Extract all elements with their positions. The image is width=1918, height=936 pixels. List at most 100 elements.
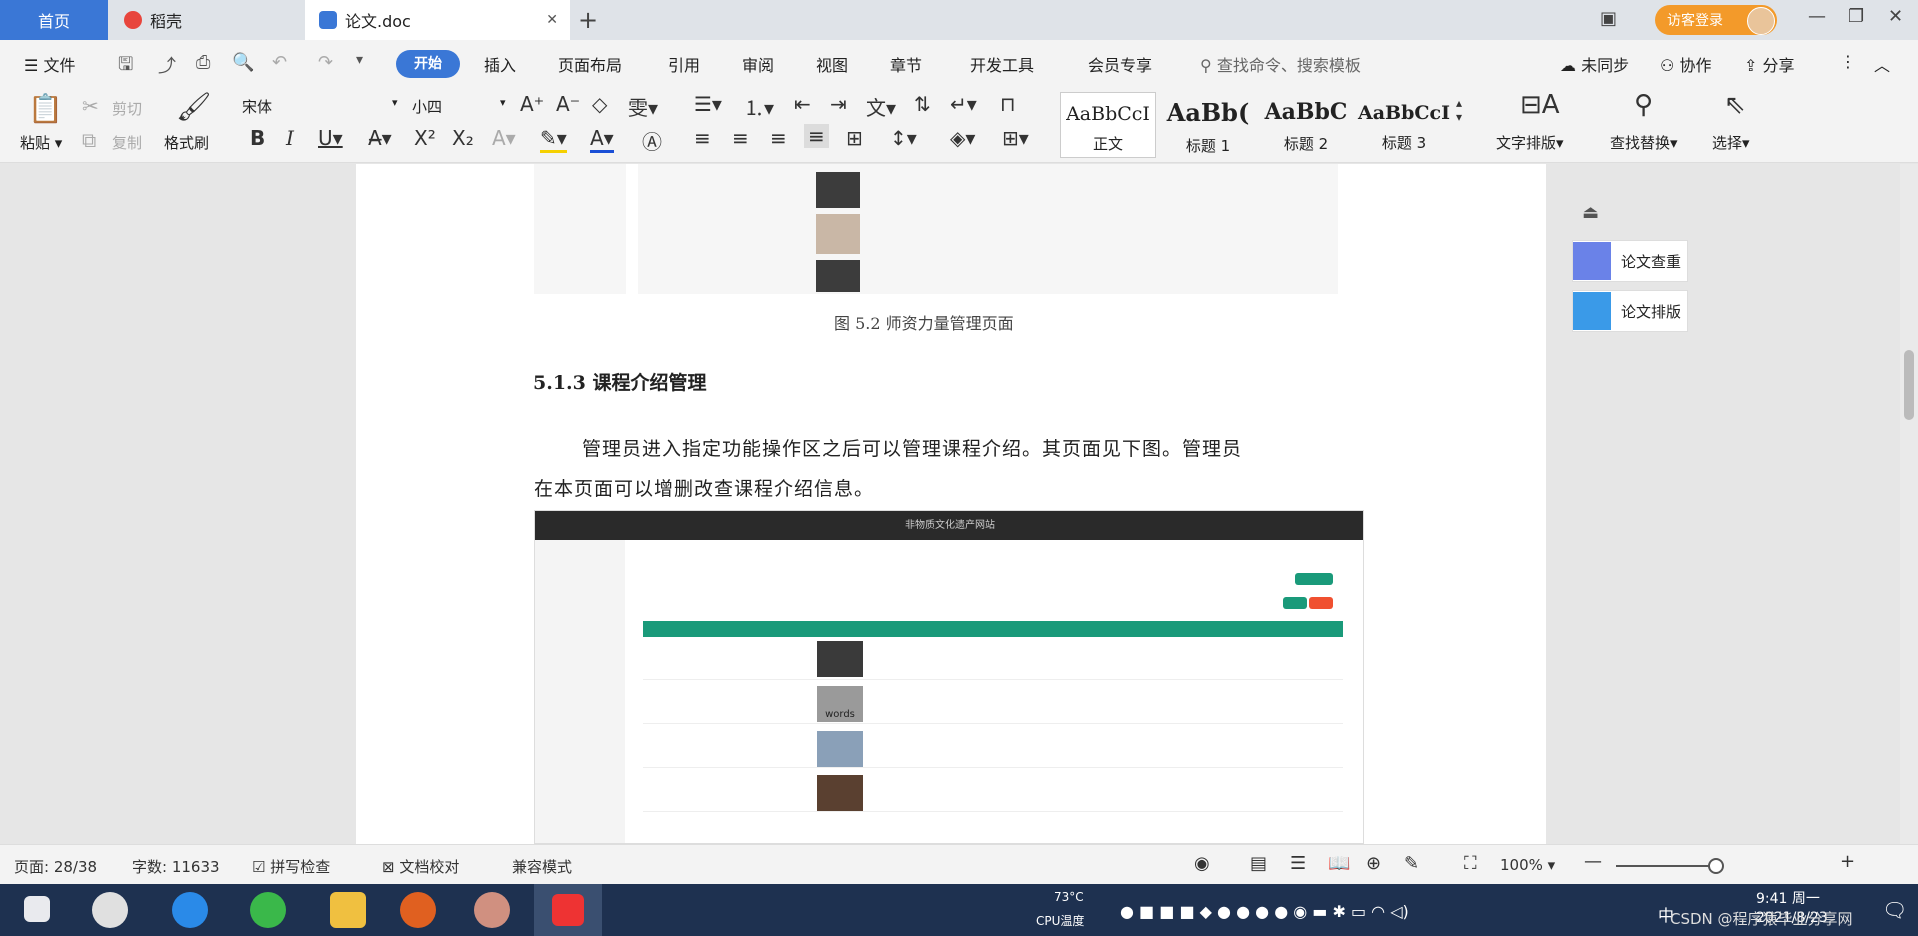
page-view-icon[interactable]: ▤ [1250, 853, 1267, 874]
fit-page-icon[interactable]: ⛶ [1464, 853, 1477, 874]
font-size-select[interactable]: 小四 ▾ [412, 96, 508, 117]
increase-font-icon[interactable]: A⁺ [520, 92, 544, 116]
tray-icons[interactable]: ● ■ ■ ■ ◆ ● ● ● ● ◉ ▬ ✱ ▭ ◠ ◁) [1120, 902, 1409, 921]
paste-icon[interactable]: 📋 [28, 92, 63, 125]
paste-button[interactable]: 粘贴 ▾ [20, 132, 62, 153]
bold-icon[interactable]: B [250, 126, 265, 150]
clear-format-icon[interactable]: ◇ [592, 92, 607, 116]
menu-developer[interactable]: 开发工具 [970, 52, 1034, 76]
line-spacing-icon[interactable]: ↕▾ [890, 126, 917, 150]
text-layout-icon[interactable]: ⊟A [1520, 90, 1560, 120]
menu-references[interactable]: 引用 [668, 52, 700, 76]
menu-insert[interactable]: 插入 [484, 52, 516, 76]
shading-icon[interactable]: ◈▾ [950, 126, 975, 150]
app-icon[interactable] [400, 892, 436, 928]
menu-view[interactable]: 视图 [816, 52, 848, 76]
font-color-icon[interactable]: A▾ [590, 126, 614, 153]
spell-check-button[interactable]: ☑ 拼写检查 [252, 856, 330, 877]
style-heading-2[interactable]: AaBbC 标题 2 [1258, 92, 1354, 158]
justify-icon[interactable]: ≡ [804, 124, 829, 148]
align-right-icon[interactable]: ≡ [770, 126, 787, 150]
chinese-layout-icon[interactable]: 文▾ [866, 92, 896, 121]
sort-icon[interactable]: ⇅ [914, 92, 931, 116]
strikethrough-icon[interactable]: A̶▾ [368, 126, 392, 150]
text-effect-icon[interactable]: A▾ [492, 126, 516, 150]
notification-icon[interactable]: 🗨 [1882, 898, 1907, 922]
collaborate-button[interactable]: ⚇ 协作 [1660, 52, 1711, 76]
windows-start-icon[interactable] [24, 896, 50, 922]
find-replace-button[interactable]: 查找替换▾ [1610, 132, 1678, 153]
menu-member[interactable]: 会员专享 [1088, 52, 1152, 76]
style-normal[interactable]: AaBbCcI 正文 [1060, 92, 1156, 158]
decrease-indent-icon[interactable]: ⇤ [794, 92, 811, 116]
more-icon[interactable]: ⋮ [1840, 52, 1856, 71]
sync-status[interactable]: ☁ 未同步 [1560, 52, 1629, 76]
file-menu[interactable]: ☰ 文件 [24, 52, 75, 76]
undo-icon[interactable]: ↶ [272, 52, 287, 73]
word-count[interactable]: 字数: 11633 [132, 856, 220, 877]
style-heading-1[interactable]: AaBb( 标题 1 [1160, 92, 1256, 158]
ie-browser-icon[interactable] [172, 892, 208, 928]
command-search-input[interactable]: ⚲ 查找命令、搜索模板 [1200, 52, 1361, 76]
quick-access-dropdown-icon[interactable]: ▾ [356, 52, 363, 68]
zoom-slider[interactable] [1616, 865, 1716, 867]
borders-icon[interactable]: ⊞▾ [1002, 126, 1029, 150]
numbered-list-icon[interactable]: ⒈▾ [744, 92, 774, 121]
cut-icon[interactable]: ✂ [82, 94, 99, 118]
new-tab-button[interactable]: + [578, 6, 598, 34]
outline-view-icon[interactable]: ☰ [1290, 853, 1306, 874]
paper-check-button[interactable]: 论文查重 [1572, 240, 1688, 282]
char-border-icon[interactable]: Ⓐ [642, 126, 662, 155]
zoom-slider-handle[interactable] [1708, 858, 1724, 874]
phonetic-icon[interactable]: 雯▾ [628, 92, 658, 121]
collapse-ribbon-icon[interactable]: ︿ [1874, 52, 1890, 76]
collapse-panel-icon[interactable]: ⏏ [1582, 202, 1599, 223]
share-doc-icon[interactable]: ⤴ [158, 52, 176, 78]
tab-daoke[interactable]: 稻壳 [110, 0, 300, 40]
italic-icon[interactable]: I [286, 126, 294, 150]
embedded-screenshot[interactable]: 非物质文化遗产网站 words [534, 510, 1364, 844]
save-icon[interactable]: 🖫 [118, 52, 133, 82]
vertical-scrollbar[interactable] [1900, 164, 1918, 844]
browser-360-icon[interactable] [250, 892, 286, 928]
zoom-out-icon[interactable]: — [1584, 851, 1602, 872]
page-indicator[interactable]: 页面: 28/38 [14, 856, 97, 877]
close-icon[interactable]: ✕ [546, 12, 558, 28]
subscript-icon[interactable]: X₂ [452, 126, 474, 150]
tab-document[interactable]: 论文.doc ✕ [305, 0, 570, 40]
zoom-level[interactable]: 100% ▾ [1500, 856, 1555, 874]
tab-stops-icon[interactable]: ⊓ [1000, 92, 1016, 116]
taskview-icon[interactable] [92, 892, 128, 928]
underline-icon[interactable]: U▾ [318, 126, 343, 150]
tab-list-icon[interactable]: ▣ [1600, 8, 1617, 29]
font-family-select[interactable]: 宋体 ▾ [242, 96, 402, 117]
redo-icon[interactable]: ↷ [318, 52, 333, 73]
align-center-icon[interactable]: ≡ [732, 126, 749, 150]
share-button[interactable]: ⇪ 分享 [1744, 52, 1795, 76]
paper-layout-button[interactable]: 论文排版 [1572, 290, 1688, 332]
reading-mode-icon[interactable]: 📖 [1328, 853, 1350, 874]
close-window-icon[interactable]: ✕ [1888, 6, 1903, 27]
menu-start[interactable]: 开始 [396, 50, 460, 78]
print-preview-icon[interactable]: 🔍 [232, 52, 254, 73]
increase-indent-icon[interactable]: ⇥ [830, 92, 847, 116]
app-icon[interactable] [474, 892, 510, 928]
show-marks-icon[interactable]: ↵▾ [950, 92, 977, 116]
print-icon[interactable]: ⎙ [196, 52, 210, 73]
align-left-icon[interactable]: ≡ [694, 126, 711, 150]
wps-taskbar-button[interactable] [534, 884, 602, 936]
scrollbar-thumb[interactable] [1904, 350, 1914, 420]
bullet-list-icon[interactable]: ☰▾ [694, 92, 722, 116]
write-mode-icon[interactable]: ✎ [1404, 853, 1419, 874]
format-painter-icon[interactable]: 🖌 [176, 90, 212, 123]
copy-icon[interactable]: ⧉ [82, 128, 96, 152]
distribute-icon[interactable]: ⊞ [846, 126, 863, 150]
web-view-icon[interactable]: ⊕ [1366, 853, 1381, 874]
clock-time[interactable]: 9:41 周一 [1756, 888, 1820, 908]
select-cursor-icon[interactable]: ⇖ [1724, 90, 1746, 120]
select-button[interactable]: 选择▾ [1712, 132, 1750, 153]
decrease-font-icon[interactable]: A⁻ [556, 92, 580, 116]
text-layout-button[interactable]: 文字排版▾ [1496, 132, 1564, 153]
restore-icon[interactable]: ❐ [1848, 6, 1864, 27]
proofread-button[interactable]: ⊠ 文档校对 [382, 856, 459, 877]
